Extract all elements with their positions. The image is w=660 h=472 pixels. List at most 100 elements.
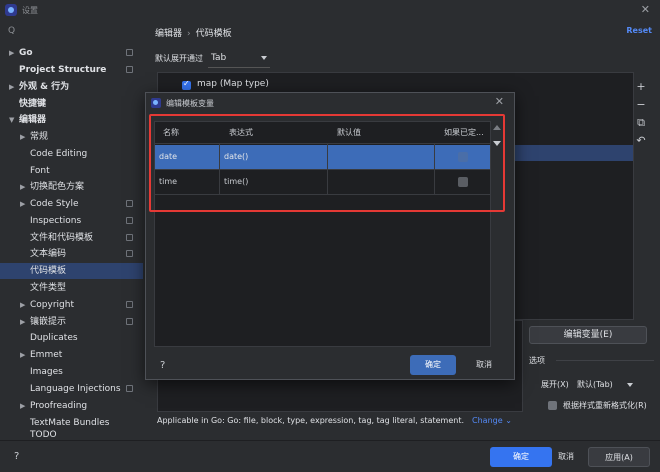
app-icon [5, 4, 17, 16]
project-badge-icon [126, 66, 133, 73]
sidebar-item-textmate-bundles[interactable]: TextMate Bundles [0, 415, 143, 431]
sidebar-item-label: Emmet [30, 350, 63, 360]
sidebar-item-label: 切换配色方案 [30, 182, 85, 192]
sidebar-item-label: Go [19, 48, 33, 58]
help-icon[interactable]: ? [14, 451, 19, 462]
sidebar-item-copyright[interactable]: ▶ Copyright [0, 297, 143, 313]
sidebar-item-editor[interactable]: ▼ 编辑器 [0, 112, 143, 128]
change-link[interactable]: Change ⌄ [472, 416, 512, 425]
sidebar-item-code-style[interactable]: ▶ Code Style [0, 196, 143, 212]
reset-link[interactable]: Reset [626, 26, 652, 35]
sidebar-item-file-templates[interactable]: 文件和代码模板 [0, 230, 143, 246]
sidebar-item-label: Images [30, 367, 63, 377]
settings-search[interactable]: Q [6, 24, 136, 40]
apply-button[interactable]: 应用(A) [588, 447, 650, 467]
options-expand-value: 默认(Tab) [577, 380, 613, 389]
sidebar-item-label: Copyright [30, 300, 74, 310]
sidebar-item-label: 文本编码 [30, 249, 67, 259]
search-icon: Q [8, 26, 16, 36]
sidebar-item-todo[interactable]: TODO [0, 430, 143, 440]
add-icon[interactable]: + [634, 78, 648, 96]
dialog-title-bar: 编辑模板变量 ✕ [146, 93, 514, 113]
sidebar-item-live-templates[interactable]: 代码模板 [0, 263, 143, 279]
remove-icon[interactable]: − [634, 96, 648, 114]
options-divider [556, 360, 654, 361]
breadcrumb-current: 代码模板 [195, 29, 232, 39]
reformat-checkbox[interactable] [548, 401, 557, 410]
expand-with-select[interactable]: Tab [208, 50, 270, 68]
applicable-contexts: Applicable in Go: Go: file, block, type,… [157, 416, 512, 425]
options-expand-label: 展开(X) [541, 380, 569, 389]
expand-arrow-icon[interactable]: ▶ [20, 179, 25, 195]
sidebar-item-go[interactable]: ▶ Go [0, 45, 143, 61]
template-toolbar: + − ⧉ ↶ [634, 78, 648, 150]
sidebar-item-label: 文件类型 [30, 283, 67, 293]
project-badge-icon [126, 318, 133, 325]
sidebar-item-code-editing[interactable]: Code Editing [0, 146, 143, 162]
sidebar-item-file-encoding[interactable]: 文本编码 [0, 246, 143, 262]
sidebar-item-label: Font [30, 166, 50, 176]
sidebar-item-label: 文件和代码模板 [30, 233, 94, 243]
undo-icon[interactable]: ↶ [634, 132, 648, 150]
project-badge-icon [126, 385, 133, 392]
sidebar-item-label: Language Injections [30, 384, 121, 394]
sidebar-item-inlay-hints[interactable]: ▶ 镶嵌提示 [0, 314, 143, 330]
template-checkbox[interactable] [182, 79, 191, 90]
settings-sidebar: Q ▶ Go Project Structure ▶ 外观 & 行为 快捷键 ▼… [0, 20, 143, 440]
sidebar-item-inspections[interactable]: Inspections [0, 213, 143, 229]
options-title: 选项 [529, 356, 545, 365]
expand-arrow-icon[interactable]: ▶ [9, 45, 14, 61]
sidebar-item-proofreading[interactable]: ▶ Proofreading [0, 398, 143, 414]
expand-arrow-icon[interactable]: ▶ [20, 398, 25, 414]
chevron-down-icon [627, 383, 633, 387]
dialog-cancel-button[interactable]: 取消 [464, 355, 504, 375]
expand-arrow-icon[interactable]: ▶ [20, 314, 25, 330]
collapse-arrow-icon[interactable]: ▼ [9, 112, 14, 128]
breadcrumb: 编辑器 › 代码模板 [155, 26, 232, 39]
project-badge-icon [126, 217, 133, 224]
sidebar-item-label: Proofreading [30, 401, 88, 411]
sidebar-item-label: Project Structure [19, 65, 107, 75]
title-bar: 设置 ✕ [0, 0, 660, 20]
copy-icon[interactable]: ⧉ [634, 114, 648, 132]
expand-arrow-icon[interactable]: ▶ [20, 129, 25, 145]
breadcrumb-parent: 编辑器 [155, 29, 183, 39]
expand-arrow-icon[interactable]: ▶ [20, 196, 25, 212]
sidebar-item-duplicates[interactable]: Duplicates [0, 330, 143, 346]
sidebar-item-label: Duplicates [30, 333, 78, 343]
sidebar-item-color-scheme[interactable]: ▶ 切换配色方案 [0, 179, 143, 195]
sidebar-item-label: 编辑器 [19, 115, 47, 125]
help-icon[interactable]: ? [160, 360, 165, 371]
sidebar-item-language-injections[interactable]: Language Injections [0, 381, 143, 397]
close-icon[interactable]: ✕ [495, 95, 504, 108]
expand-arrow-icon[interactable]: ▶ [9, 79, 14, 95]
sidebar-item-appearance[interactable]: ▶ 外观 & 行为 [0, 79, 143, 95]
sidebar-item-label: 外观 & 行为 [19, 82, 70, 92]
project-badge-icon [126, 250, 133, 257]
sidebar-item-project-structure[interactable]: Project Structure [0, 62, 143, 78]
sidebar-item-label: 代码模板 [30, 266, 67, 276]
dialog-ok-button[interactable]: 确定 [410, 355, 456, 375]
dialog-title: 编辑模板变量 [166, 99, 214, 108]
applicable-text: Applicable in Go: Go: file, block, type,… [157, 416, 465, 425]
expand-arrow-icon[interactable]: ▶ [20, 347, 25, 363]
sidebar-item-label: Inspections [30, 216, 82, 226]
window-title: 设置 [22, 6, 38, 15]
sidebar-item-file-types[interactable]: 文件类型 [0, 280, 143, 296]
footer-bar: ? 确定 取消 应用(A) [0, 440, 660, 472]
options-expand-select[interactable]: 默认(Tab) [575, 376, 635, 392]
sidebar-item-font[interactable]: Font [0, 163, 143, 179]
edit-variables-button[interactable]: 编辑变量(E) [529, 326, 647, 344]
template-row-selected[interactable] [513, 145, 633, 161]
sidebar-item-images[interactable]: Images [0, 364, 143, 380]
sidebar-item-keymap[interactable]: 快捷键 [0, 96, 143, 112]
project-badge-icon [126, 200, 133, 207]
expand-arrow-icon[interactable]: ▶ [20, 297, 25, 313]
close-window-icon[interactable]: ✕ [641, 3, 650, 16]
sidebar-item-emmet[interactable]: ▶ Emmet [0, 347, 143, 363]
template-item-label[interactable]: map (Map type) [197, 79, 269, 89]
project-badge-icon [126, 49, 133, 56]
app-icon [151, 98, 161, 108]
sidebar-item-general[interactable]: ▶ 常规 [0, 129, 143, 145]
cancel-button[interactable]: 取消 [540, 447, 592, 467]
